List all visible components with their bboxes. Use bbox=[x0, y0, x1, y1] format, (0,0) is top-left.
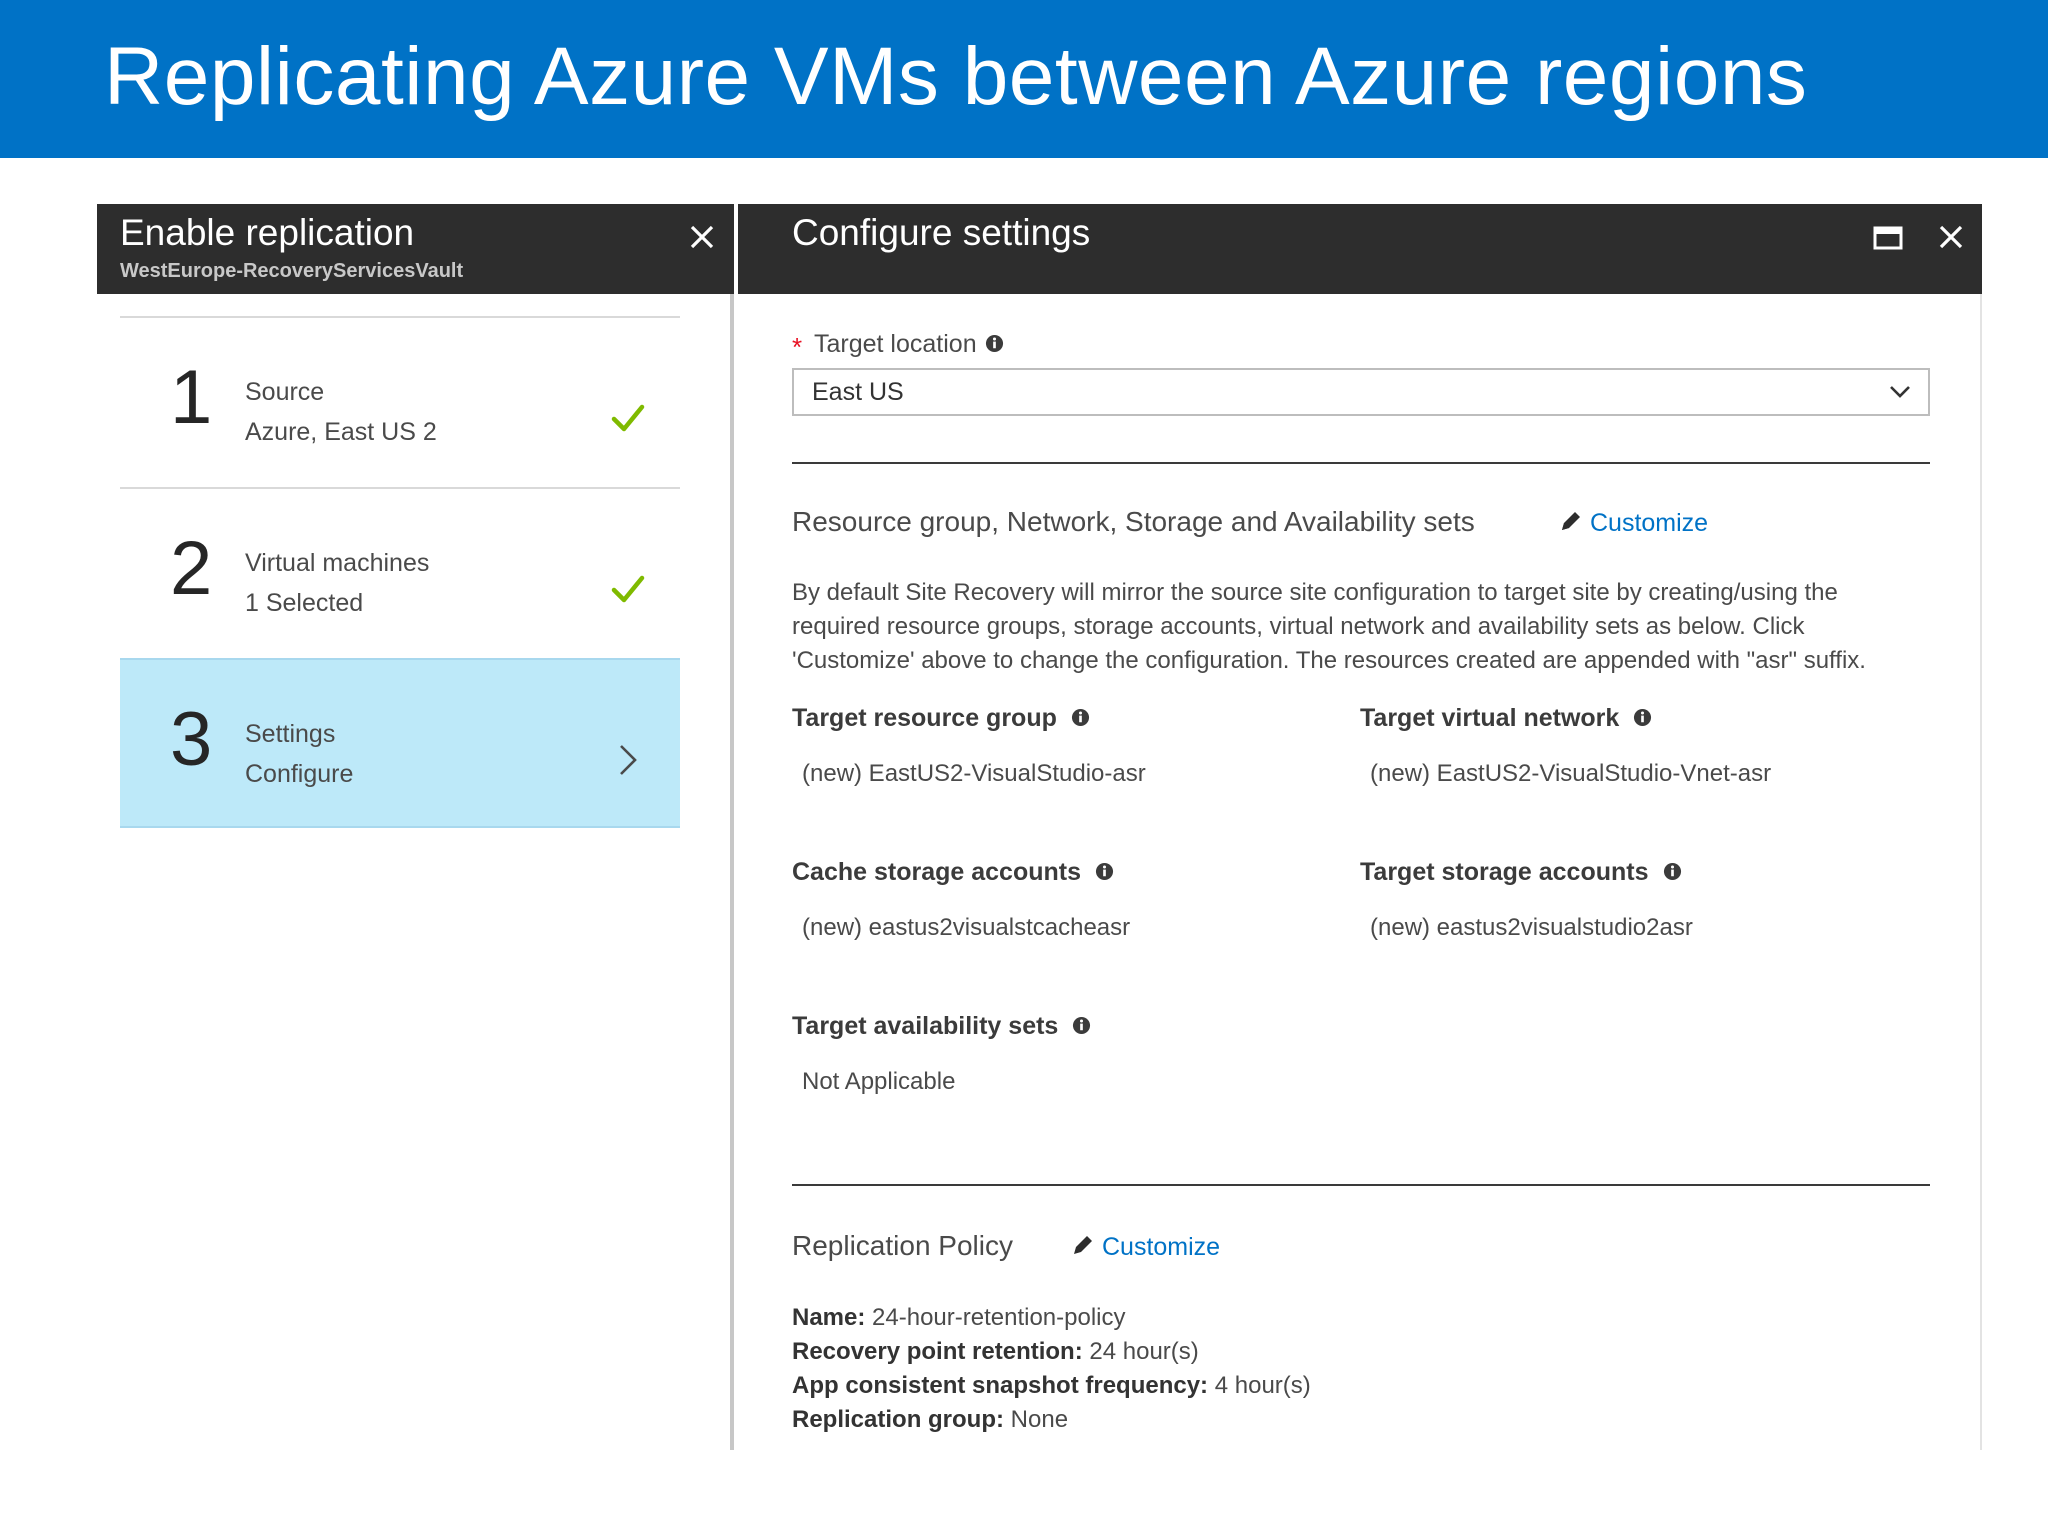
step-number: 3 bbox=[170, 697, 213, 782]
policy-retention-value: 24 hour(s) bbox=[1089, 1338, 1199, 1365]
close-icon[interactable] bbox=[687, 222, 717, 252]
info-icon[interactable] bbox=[1072, 1016, 1091, 1035]
target-location-label: Target location bbox=[814, 330, 1004, 359]
left-blade-title: Enable replication bbox=[120, 212, 415, 253]
policy-snapshot-value: 4 hour(s) bbox=[1214, 1372, 1311, 1399]
slide-banner: Replicating Azure VMs between Azure regi… bbox=[0, 0, 2048, 158]
policy-group-line: Replication group: None bbox=[792, 1406, 1068, 1434]
target-availability-sets-value: Not Applicable bbox=[802, 1068, 956, 1095]
target-location-label-text: Target location bbox=[814, 330, 977, 358]
target-virtual-network-label-text: Target virtual network bbox=[1360, 704, 1620, 732]
policy-group-value: None bbox=[1010, 1406, 1069, 1433]
target-resource-group-label-text: Target resource group bbox=[792, 704, 1057, 732]
customize-policy-link[interactable]: Customize bbox=[1070, 1232, 1220, 1262]
policy-retention-label: Recovery point retention: bbox=[792, 1338, 1083, 1365]
step-source[interactable]: 1 Source Azure, East US 2 bbox=[120, 316, 680, 486]
checkmark-icon bbox=[610, 571, 646, 607]
required-marker: * bbox=[792, 332, 803, 362]
target-storage-accounts-value: (new) eastus2visualstudio2asr bbox=[1370, 914, 1693, 941]
maximize-icon[interactable] bbox=[1872, 222, 1904, 254]
policy-retention-line: Recovery point retention: 24 hour(s) bbox=[792, 1338, 1199, 1366]
policy-snapshot-label: App consistent snapshot frequency: bbox=[792, 1372, 1209, 1399]
chevron-down-icon bbox=[1888, 382, 1912, 402]
configure-settings-blade: Configure settings * Target location Eas… bbox=[738, 204, 1982, 1450]
policy-group-label: Replication group: bbox=[792, 1406, 1004, 1433]
chevron-right-icon bbox=[615, 740, 641, 780]
policy-name-value: 24-hour-retention-policy bbox=[872, 1304, 1126, 1331]
section-divider bbox=[792, 1184, 1930, 1186]
target-storage-accounts-label: Target storage accounts bbox=[1360, 858, 1682, 887]
replication-policy-title: Replication Policy bbox=[792, 1230, 1013, 1261]
section-divider bbox=[792, 462, 1930, 464]
customize-resources-link-text: Customize bbox=[1590, 509, 1709, 537]
target-availability-sets-label: Target availability sets bbox=[792, 1012, 1091, 1041]
step-number: 2 bbox=[170, 526, 213, 611]
step-subtitle: Configure bbox=[245, 760, 354, 788]
right-blade-header: Configure settings bbox=[738, 204, 1982, 294]
step-title: Settings bbox=[245, 720, 336, 748]
step-settings[interactable]: 3 Settings Configure bbox=[120, 658, 680, 828]
target-resource-group-value: (new) EastUS2-VisualStudio-asr bbox=[802, 760, 1146, 787]
close-icon[interactable] bbox=[1936, 222, 1966, 252]
checkmark-icon bbox=[610, 400, 646, 436]
info-icon[interactable] bbox=[985, 334, 1004, 353]
page-title: Replicating Azure VMs between Azure regi… bbox=[104, 31, 1808, 122]
step-title: Source bbox=[245, 378, 325, 406]
target-resource-group-label: Target resource group bbox=[792, 704, 1090, 733]
step-title: Virtual machines bbox=[245, 549, 430, 577]
customize-policy-link-text: Customize bbox=[1102, 1233, 1221, 1261]
resource-section-title: Resource group, Network, Storage and Ava… bbox=[792, 506, 1475, 537]
step-virtual-machines[interactable]: 2 Virtual machines 1 Selected bbox=[120, 487, 680, 657]
target-availability-sets-label-text: Target availability sets bbox=[792, 1012, 1059, 1040]
info-icon[interactable] bbox=[1633, 708, 1652, 727]
left-blade-header: Enable replication WestEurope-RecoverySe… bbox=[97, 204, 734, 294]
customize-resources-link[interactable]: Customize bbox=[1558, 508, 1708, 538]
enable-replication-blade: Enable replication WestEurope-RecoverySe… bbox=[97, 204, 734, 1450]
target-virtual-network-label: Target virtual network bbox=[1360, 704, 1652, 733]
pencil-icon bbox=[1558, 508, 1584, 534]
target-storage-accounts-label-text: Target storage accounts bbox=[1360, 858, 1649, 886]
pencil-icon bbox=[1070, 1232, 1096, 1258]
step-subtitle: 1 Selected bbox=[245, 589, 364, 617]
resource-description: By default Site Recovery will mirror the… bbox=[792, 579, 1866, 674]
cache-storage-accounts-label-text: Cache storage accounts bbox=[792, 858, 1081, 886]
policy-name-label: Name: bbox=[792, 1304, 866, 1331]
cache-storage-accounts-label: Cache storage accounts bbox=[792, 858, 1114, 887]
left-blade-body: 1 Source Azure, East US 2 2 Virtual mach… bbox=[97, 294, 734, 1450]
info-icon[interactable] bbox=[1095, 862, 1114, 881]
right-blade-body: * Target location East US Resource group… bbox=[738, 294, 1982, 1450]
right-blade-title: Configure settings bbox=[792, 212, 1091, 253]
policy-snapshot-line: App consistent snapshot frequency: 4 hou… bbox=[792, 1372, 1311, 1400]
left-blade-subtitle: WestEurope-RecoveryServicesVault bbox=[120, 260, 464, 282]
step-subtitle: Azure, East US 2 bbox=[245, 418, 437, 446]
target-virtual-network-value: (new) EastUS2-VisualStudio-Vnet-asr bbox=[1370, 760, 1772, 787]
cache-storage-accounts-value: (new) eastus2visualstcacheasr bbox=[802, 914, 1131, 941]
target-location-value: East US bbox=[812, 378, 904, 406]
info-icon[interactable] bbox=[1071, 708, 1090, 727]
policy-name-line: Name: 24-hour-retention-policy bbox=[792, 1304, 1126, 1332]
info-icon[interactable] bbox=[1663, 862, 1682, 881]
step-number: 1 bbox=[170, 355, 213, 440]
target-location-select[interactable]: East US bbox=[792, 368, 1930, 416]
